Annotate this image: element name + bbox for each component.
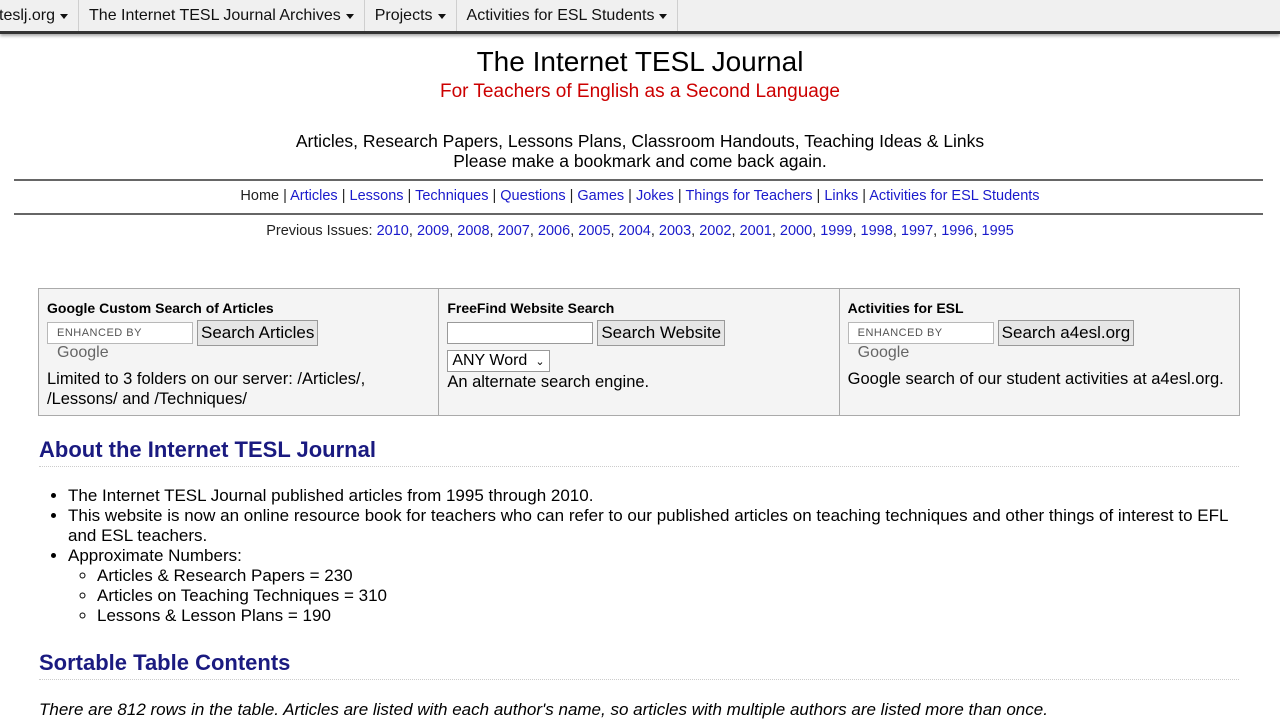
a4esl-search-cell: Activities for ESL ENHANCED BY GoogleSea…: [840, 289, 1239, 415]
freefind-note: An alternate search engine.: [447, 373, 650, 391]
placeholder-small: ENHANCED BY: [57, 327, 142, 339]
list-item: Approximate Numbers: Articles & Research…: [68, 546, 1248, 626]
nav-links: Home | Articles | Lessons | Techniques |…: [240, 188, 1040, 204]
numbers-label: Approximate Numbers:: [68, 546, 242, 565]
issue-year[interactable]: 1996: [941, 223, 973, 239]
issue-year[interactable]: 1998: [861, 223, 893, 239]
google-search-heading: Google Custom Search of Articles: [47, 300, 274, 316]
list-item: Articles & Research Papers = 230: [97, 566, 1248, 586]
menu-label: Activities for ESL Students: [466, 6, 655, 24]
search-a4esl-button[interactable]: Search a4esl.org: [997, 320, 1135, 346]
page-title: The Internet TESL Journal: [476, 46, 804, 77]
word-match-select[interactable]: ANY Word ⌄: [447, 350, 550, 372]
google-search-note: Limited to 3 folders on our server: /Art…: [47, 370, 366, 408]
issue-year[interactable]: 2006: [538, 223, 570, 239]
nav-lessons[interactable]: Lessons: [350, 188, 404, 204]
nav-jokes[interactable]: Jokes: [636, 188, 674, 204]
google-search-cell: Google Custom Search of Articles ENHANCE…: [39, 289, 440, 415]
search-articles-button[interactable]: Search Articles: [197, 320, 319, 346]
issue-year[interactable]: 2001: [740, 223, 772, 239]
issue-year[interactable]: 2009: [417, 223, 449, 239]
menu-teslj[interactable]: teslj.org: [0, 0, 80, 31]
placeholder-brand: Google: [857, 344, 910, 361]
search-panel: Google Custom Search of Articles ENHANCE…: [38, 288, 1240, 416]
table-note: There are 812 rows in the table. Article…: [39, 700, 1048, 719]
page-subtitle: For Teachers of English as a Second Lang…: [440, 81, 840, 102]
nav-things-for-teachers[interactable]: Things for Teachers: [685, 188, 812, 204]
issue-year[interactable]: 2005: [578, 223, 610, 239]
menu-projects[interactable]: Projects: [365, 0, 457, 31]
freefind-heading: FreeFind Website Search: [447, 300, 615, 316]
issue-year[interactable]: 1997: [901, 223, 933, 239]
list-item: Articles on Teaching Techniques = 310: [97, 586, 1248, 606]
list-item: This website is now an online resource b…: [68, 506, 1248, 546]
numbers-list: Articles & Research Papers = 230 Article…: [68, 566, 1248, 626]
menu-activities[interactable]: Activities for ESL Students: [457, 0, 679, 31]
previous-issues: Previous Issues: 2010, 2009, 2008, 2007,…: [266, 223, 1014, 239]
tagline-line-2: Please make a bookmark and come back aga…: [453, 151, 827, 171]
placeholder-brand: Google: [57, 344, 109, 361]
issue-year[interactable]: 1995: [982, 223, 1014, 239]
nav-links-page[interactable]: Links: [824, 188, 858, 204]
caret-down-icon: [437, 14, 446, 19]
list-item: The Internet TESL Journal published arti…: [68, 486, 1248, 506]
about-heading: About the Internet TESL Journal: [39, 437, 1239, 467]
nav-games[interactable]: Games: [577, 188, 624, 204]
chevron-down-icon: ⌄: [535, 356, 545, 368]
issue-year[interactable]: 1999: [820, 223, 852, 239]
nav-home: Home: [240, 188, 280, 204]
issue-year[interactable]: 2008: [457, 223, 489, 239]
a4esl-heading: Activities for ESL: [847, 300, 964, 316]
divider-bottom: [14, 213, 1263, 215]
issue-year[interactable]: 2003: [659, 223, 691, 239]
issue-year[interactable]: 2002: [699, 223, 731, 239]
menu-archives[interactable]: The Internet TESL Journal Archives: [79, 0, 365, 31]
menu-label: teslj.org: [0, 6, 56, 24]
nav-activities[interactable]: Activities for ESL Students: [869, 188, 1039, 204]
freefind-search-cell: FreeFind Website Search Search Website A…: [439, 289, 840, 415]
issue-year[interactable]: 2010: [377, 223, 409, 239]
about-list: The Internet TESL Journal published arti…: [39, 486, 1248, 626]
menu-label: Projects: [374, 6, 433, 24]
caret-down-icon: [60, 14, 69, 19]
sortable-table-heading: Sortable Table Contents: [39, 650, 1239, 680]
freefind-search-input[interactable]: [447, 322, 594, 344]
issue-year[interactable]: 2000: [780, 223, 812, 239]
google-search-input[interactable]: ENHANCED BY Google: [47, 322, 193, 361]
nav-techniques[interactable]: Techniques: [415, 188, 488, 204]
issue-year[interactable]: 2007: [498, 223, 530, 239]
top-menu-bar: teslj.org The Internet TESL Journal Arch…: [0, 0, 1280, 34]
divider-top: [14, 179, 1263, 181]
caret-down-icon: [659, 14, 668, 19]
caret-down-icon: [345, 14, 354, 19]
search-website-button[interactable]: Search Website: [597, 320, 726, 346]
a4esl-note: Google search of our student activities …: [847, 370, 1224, 388]
list-item: Lessons & Lesson Plans = 190: [97, 606, 1248, 626]
a4esl-search-input[interactable]: ENHANCED BY Google: [847, 322, 994, 361]
issues-label: Previous Issues:: [266, 223, 373, 239]
menu-label: The Internet TESL Journal Archives: [89, 6, 341, 24]
nav-articles[interactable]: Articles: [290, 188, 338, 204]
tagline-line-1: Articles, Research Papers, Lessons Plans…: [295, 131, 985, 151]
issue-year[interactable]: 2004: [619, 223, 651, 239]
nav-questions[interactable]: Questions: [500, 188, 565, 204]
placeholder-small: ENHANCED BY: [857, 327, 943, 339]
tagline: Articles, Research Papers, Lessons Plans…: [0, 131, 1280, 171]
select-value: ANY Word: [452, 352, 528, 369]
